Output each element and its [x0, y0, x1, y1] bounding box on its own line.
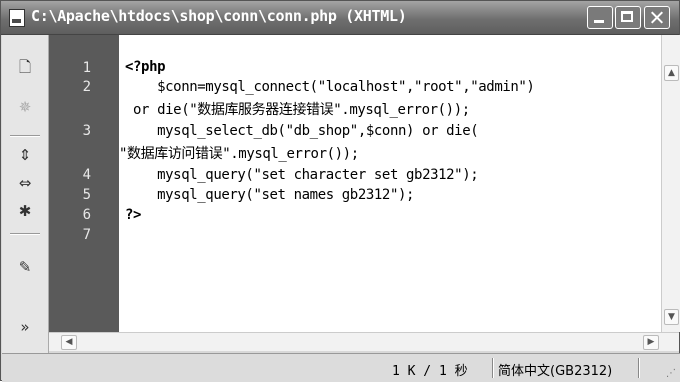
scroll-up-icon[interactable]: ▲: [664, 65, 679, 81]
asterisk-icon[interactable]: ✵: [14, 97, 36, 117]
app-icon[interactable]: [9, 9, 25, 27]
code-line[interactable]: $conn=mysql_connect("localhost","root","…: [125, 79, 535, 95]
coding-toolbar: 🗋 ✵ ⇕ ⇔ ✱ ✎ »: [2, 35, 49, 353]
expand-icon[interactable]: ⇕: [14, 145, 36, 165]
status-bar: 1 K / 1 秒 简体中文(GB2312) ⋰: [2, 353, 680, 382]
line-number: 3: [82, 123, 91, 139]
line-gutter: [49, 35, 119, 57]
line-number: 5: [82, 187, 91, 203]
line-number: 4: [82, 167, 91, 183]
toolbar-separator: [10, 233, 40, 235]
status-encoding[interactable]: 简体中文(GB2312): [498, 360, 612, 379]
status-divider: [638, 358, 640, 378]
status-divider: [492, 358, 494, 378]
status-size-time: 1 K / 1 秒: [392, 364, 468, 379]
code-line[interactable]: or die("数据库服务器连接错误".mysql_error());: [125, 99, 470, 119]
toolbar-separator: [10, 135, 40, 137]
line-number: 7: [82, 227, 91, 243]
code-line[interactable]: "数据库访问错误".mysql_error());: [119, 143, 359, 163]
scroll-left-icon[interactable]: ◀: [61, 335, 77, 350]
code-line[interactable]: <?php: [125, 59, 166, 75]
scroll-down-icon[interactable]: ▼: [664, 309, 679, 325]
collapse-icon[interactable]: ⇔: [14, 173, 36, 193]
resize-grip-icon[interactable]: ⋰: [666, 368, 676, 379]
window-title: C:\Apache\htdocs\shop\conn\conn.php (XHT…: [31, 7, 407, 25]
line-number: 1: [82, 60, 91, 76]
code-line[interactable]: mysql_select_db("db_shop",$conn) or die(: [125, 123, 479, 139]
select-icon[interactable]: ✱: [14, 201, 36, 221]
horizontal-scrollbar[interactable]: ◀ ▶: [49, 332, 679, 351]
minimize-button[interactable]: [587, 6, 613, 29]
scroll-right-icon[interactable]: ▶: [643, 335, 659, 350]
editor-window: C:\Apache\htdocs\shop\conn\conn.php (XHT…: [0, 0, 680, 382]
title-bar[interactable]: C:\Apache\htdocs\shop\conn\conn.php (XHT…: [1, 1, 679, 35]
close-button[interactable]: [644, 6, 670, 29]
code-line[interactable]: mysql_query("set character set gb2312");: [125, 167, 479, 183]
maximize-button[interactable]: [615, 6, 641, 29]
code-line[interactable]: mysql_query("set names gb2312");: [125, 187, 414, 203]
code-line[interactable]: ?>: [125, 207, 141, 223]
new-document-icon[interactable]: 🗋: [14, 57, 36, 77]
more-icon[interactable]: »: [14, 317, 36, 337]
vertical-scrollbar[interactable]: ▲ ▼: [661, 35, 680, 332]
comment-icon[interactable]: ✎: [14, 257, 36, 277]
code-editor[interactable]: <?php $conn=mysql_connect("localhost","r…: [119, 35, 661, 332]
line-number: 2: [82, 79, 91, 95]
line-number: 6: [82, 207, 91, 223]
